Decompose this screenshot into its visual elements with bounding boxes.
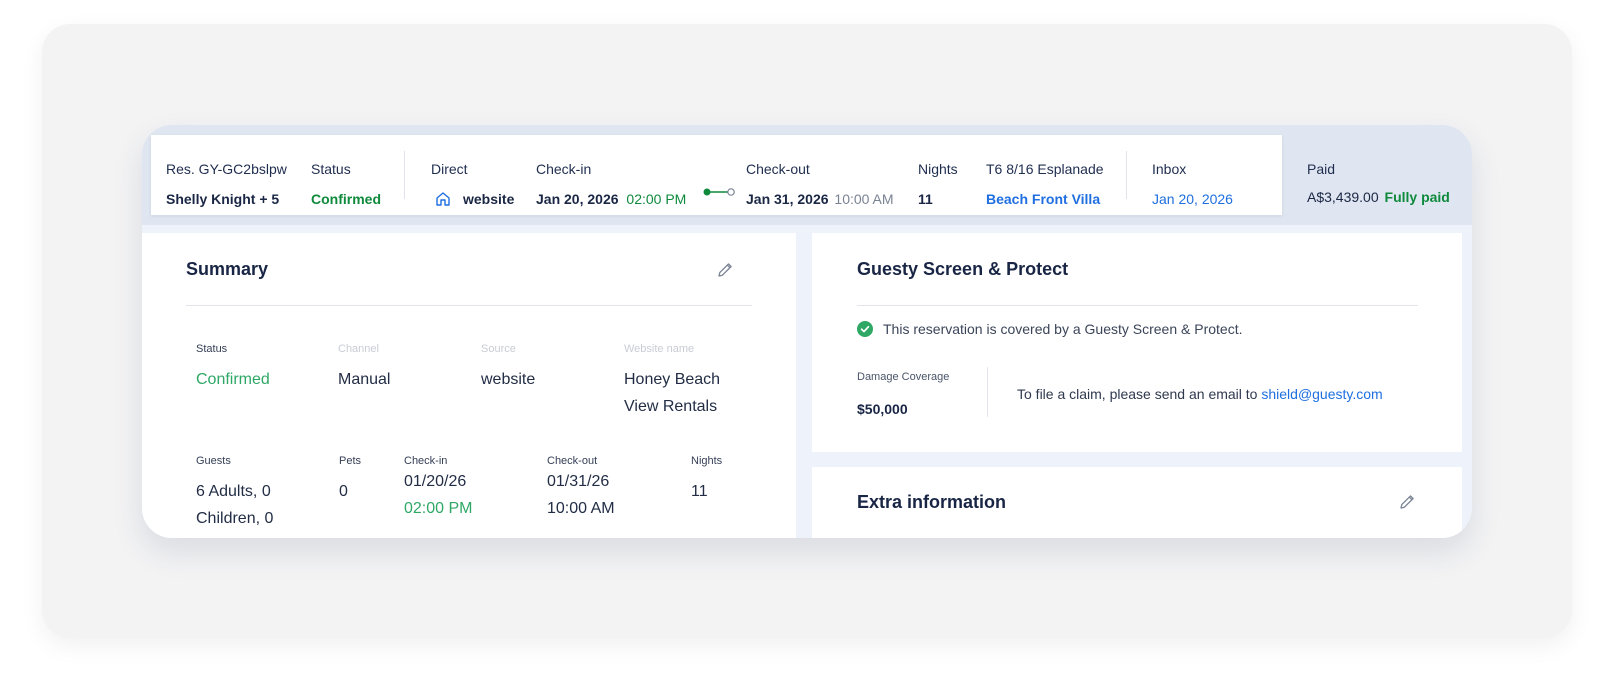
summary-pets-value: 0 (339, 483, 348, 500)
listing-name-link[interactable]: Beach Front Villa (986, 191, 1104, 207)
checkout-time: 10:00 AM (834, 191, 894, 207)
listing-address: T6 8/16 Esplanade (986, 161, 1104, 177)
claim-message: To file a claim, please send an email to… (1017, 386, 1383, 402)
reservation-code: Res. GY-GC2bslpw (166, 161, 287, 177)
summary-checkout-label: Check-out (547, 455, 598, 467)
status-block: Status Confirmed (311, 161, 381, 207)
summary-nights-value: 11 (691, 483, 708, 500)
screen-protect-panel: Guesty Screen & Protect This reservation… (812, 233, 1462, 452)
summary-status-value: Confirmed (196, 371, 270, 388)
checkin-value: Jan 20, 2026 02:00 PM (536, 191, 686, 207)
nights-value: 11 (918, 191, 933, 207)
summary-website-line2: View Rentals (624, 398, 718, 415)
channel-value: website (463, 191, 515, 207)
divider (857, 305, 1418, 306)
check-circle-icon (857, 321, 873, 337)
nights-label: Nights (918, 161, 958, 177)
summary-source-value: website (481, 371, 536, 388)
summary-guests-line2: Children, 0 (196, 510, 274, 527)
inbox-block: Inbox Jan 20, 2026 (1152, 161, 1233, 207)
checkin-block: Check-in Jan 20, 2026 02:00 PM (536, 161, 686, 207)
protect-title: Guesty Screen & Protect (857, 259, 1069, 279)
guest-name[interactable]: Shelly Knight + 5 (166, 191, 287, 207)
nights-block: Nights 11 (918, 161, 958, 207)
summary-checkin-label: Check-in (404, 455, 448, 467)
pencil-icon[interactable] (1398, 493, 1418, 513)
summary-guests-line1: 6 Adults, 0 (196, 483, 271, 500)
payment-amount: A$3,439.00 (1307, 189, 1379, 205)
checkout-value: Jan 31, 2026 10:00 AM (746, 191, 894, 207)
payment-status: Fully paid (1384, 189, 1450, 205)
extra-info-panel: Extra information (812, 467, 1462, 538)
checkin-label: Check-in (536, 161, 592, 177)
checkin-time: 02:00 PM (626, 191, 687, 207)
coverage-message: This reservation is covered by a Guesty … (883, 321, 1243, 337)
divider (186, 305, 752, 306)
listing-block: T6 8/16 Esplanade Beach Front Villa (986, 161, 1104, 207)
payment-value: A$3,439.00 Fully paid (1307, 189, 1450, 205)
checkout-date: Jan 31, 2026 (746, 191, 829, 207)
damage-coverage-value: $50,000 (857, 401, 908, 417)
house-icon (435, 191, 451, 207)
timeline-icon (702, 184, 736, 202)
damage-coverage-label: Damage Coverage (857, 371, 950, 383)
extra-info-title: Extra information (857, 492, 1007, 512)
checkin-date: Jan 20, 2026 (536, 191, 619, 207)
reservation-card: Res. GY-GC2bslpw Shelly Knight + 5 Statu… (142, 125, 1472, 538)
summary-source-label: Source (481, 343, 516, 355)
channel-block: Direct website (431, 161, 514, 207)
checkout-label: Check-out (746, 161, 810, 177)
summary-checkout-date: 01/31/26 (547, 473, 610, 490)
claim-text: To file a claim, please send an email to (1017, 386, 1262, 402)
summary-website-label: Website name (624, 343, 695, 355)
payment-block: Paid A$3,439.00 Fully paid (1307, 161, 1450, 205)
summary-website-line1: Honey Beach (624, 371, 721, 388)
summary-nights-label: Nights (691, 455, 723, 467)
inbox-date-link[interactable]: Jan 20, 2026 (1152, 191, 1233, 207)
summary-channel-label: Channel (338, 343, 379, 355)
summary-pets-label: Pets (339, 455, 362, 467)
status-label: Status (311, 161, 351, 177)
channel-label: Direct (431, 161, 468, 177)
inbox-label: Inbox (1152, 161, 1187, 177)
channel-value-row: website (431, 191, 514, 207)
summary-checkin-time: 02:00 PM (404, 500, 473, 517)
status-value: Confirmed (311, 191, 381, 207)
reservation-header: Res. GY-GC2bslpw Shelly Knight + 5 Statu… (151, 135, 1282, 215)
divider (1126, 151, 1127, 199)
pencil-icon[interactable] (716, 261, 736, 281)
payment-label: Paid (1307, 161, 1336, 177)
checkout-block: Check-out Jan 31, 2026 10:00 AM (746, 161, 894, 207)
divider (404, 151, 405, 199)
summary-channel-value: Manual (338, 371, 391, 388)
summary-title: Summary (186, 259, 269, 279)
reservation-id-block: Res. GY-GC2bslpw Shelly Knight + 5 (166, 161, 287, 207)
summary-checkin-date: 01/20/26 (404, 473, 467, 490)
summary-guests-label: Guests (196, 455, 231, 467)
summary-checkout-time: 10:00 AM (547, 500, 615, 517)
summary-status-label: Status (196, 343, 228, 355)
summary-panel: Summary Status Confirmed Channel Manual … (142, 233, 796, 538)
claim-email-link[interactable]: shield@guesty.com (1261, 386, 1382, 402)
divider (987, 367, 988, 417)
details-area: Summary Status Confirmed Channel Manual … (142, 225, 1472, 538)
